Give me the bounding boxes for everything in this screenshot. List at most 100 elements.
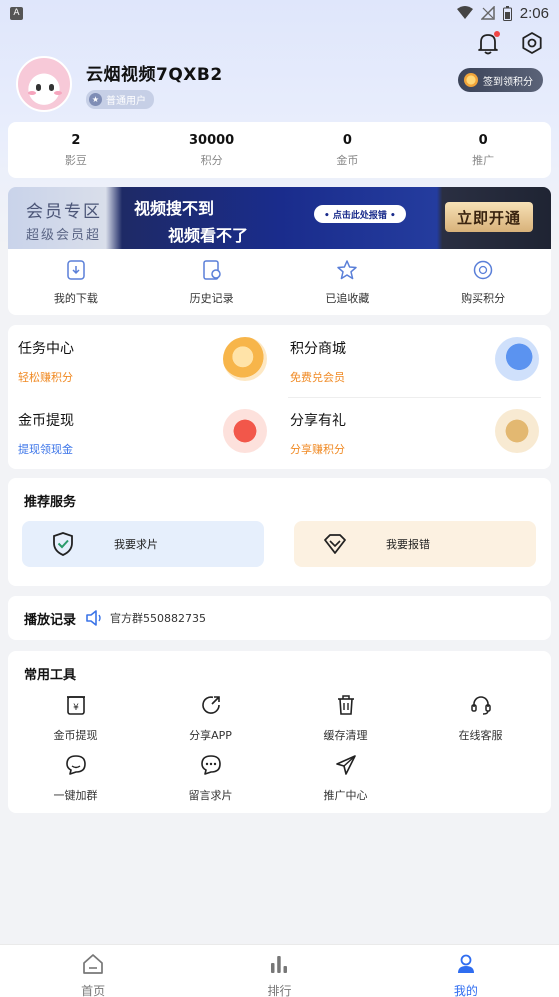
- task-subtitle: 提现领现金: [18, 443, 73, 456]
- badge-star-icon: ★: [89, 92, 102, 106]
- avatar-eye: [36, 84, 41, 91]
- tab-ranking[interactable]: 排行: [186, 945, 372, 997]
- tool-label: 金币提现: [53, 729, 98, 742]
- quick-item-label: 历史记录: [189, 291, 234, 305]
- notification-button[interactable]: [475, 30, 501, 56]
- quick-item-favorites[interactable]: 已追收藏: [280, 259, 416, 306]
- coin-stack-icon: [223, 337, 267, 381]
- tool-join-group[interactable]: 一键加群: [8, 753, 143, 803]
- chat-bubble-icon: [65, 755, 86, 775]
- tool-label: 缓存清理: [323, 729, 368, 742]
- stat-value: 0: [478, 132, 488, 148]
- tool-request-message[interactable]: 留言求片: [143, 753, 278, 803]
- stat-value: 0: [342, 132, 352, 148]
- avatar[interactable]: [16, 56, 72, 112]
- card-icon: [495, 337, 539, 381]
- profile-icon: [457, 954, 474, 973]
- stat-coins[interactable]: 0 金币: [280, 133, 416, 168]
- shield-check-icon: [53, 532, 73, 556]
- quick-item-buy-points[interactable]: 购买积分: [415, 259, 551, 306]
- paper-plane-icon: [335, 755, 356, 775]
- request-video-label: 我要求片: [114, 538, 158, 551]
- yen-box-icon: ¥: [66, 696, 85, 715]
- avatar-eye: [49, 84, 54, 91]
- vip-open-button[interactable]: 立即开通: [444, 202, 533, 232]
- tool-clear-cache[interactable]: 缓存清理: [278, 693, 413, 743]
- report-error-pill[interactable]: • 点击此处报错 •: [314, 205, 406, 223]
- tab-home[interactable]: 首页: [0, 945, 186, 997]
- battery-icon: [502, 5, 512, 21]
- section-title: 推荐服务: [24, 495, 77, 510]
- settings-button[interactable]: [519, 30, 545, 56]
- headset-icon: [470, 696, 491, 715]
- tool-online-service[interactable]: 在线客服: [413, 693, 548, 743]
- stat-beans[interactable]: 2 影豆: [8, 133, 144, 168]
- task-card: 任务中心 轻松赚积分 积分商城 免费兑会员 金币提现 提现领现金 分享有礼 分享…: [8, 325, 551, 469]
- vip-zone-subtitle: 超级会员超: [26, 228, 102, 243]
- tab-label: 我的: [453, 984, 478, 997]
- task-title: 积分商城: [290, 341, 346, 357]
- status-time: 2:06: [519, 4, 549, 22]
- task-title: 任务中心: [18, 341, 74, 357]
- tool-coin-withdraw[interactable]: ¥ 金币提现: [8, 693, 143, 743]
- share-gift[interactable]: 分享有礼 分享赚积分: [280, 397, 551, 469]
- banner-headline-2: 视频看不了: [168, 226, 249, 245]
- task-title: 分享有礼: [290, 413, 346, 429]
- signin-button[interactable]: 签到领积分: [458, 68, 543, 92]
- stat-label: 推广: [472, 153, 495, 167]
- task-title: 金币提现: [18, 413, 74, 429]
- tool-label: 一键加群: [53, 789, 98, 802]
- status-bar: A 2:06: [0, 0, 559, 26]
- common-tools: 常用工具 ¥ 金币提现 分享APP 缓存清理 在线客服 一键加群 留言求片 推广…: [8, 651, 551, 813]
- quick-item-download[interactable]: 我的下载: [8, 259, 144, 306]
- star-icon: [337, 259, 358, 279]
- gear-icon: [522, 32, 542, 54]
- signin-label: 签到领积分: [483, 76, 533, 88]
- quick-item-label: 我的下载: [53, 291, 98, 305]
- avatar-cheek: [54, 91, 62, 95]
- coin-icon: [464, 73, 478, 87]
- coin-withdraw[interactable]: 金币提现 提现领现金: [8, 397, 279, 469]
- user-profile[interactable]: 云烟视频7QXB2 ★ 普通用户: [16, 56, 223, 112]
- request-video-button[interactable]: 我要求片: [22, 521, 264, 567]
- task-subtitle: 轻松赚积分: [18, 371, 73, 384]
- tool-label: 在线客服: [458, 729, 503, 742]
- stat-label: 金币: [336, 153, 359, 167]
- tab-label: 排行: [267, 984, 292, 997]
- tab-label: 首页: [81, 984, 106, 997]
- play-record-title: 播放记录: [24, 612, 77, 628]
- banner-headline-1: 视频搜不到: [134, 199, 215, 218]
- tab-mine[interactable]: 我的: [373, 945, 559, 997]
- tool-share-app[interactable]: 分享APP: [143, 693, 278, 743]
- vip-zone-title: 会员专区: [26, 202, 102, 222]
- task-center[interactable]: 任务中心 轻松赚积分: [8, 325, 279, 397]
- official-group-text: 官方群550882735: [110, 612, 207, 625]
- quick-item-history[interactable]: 历史记录: [144, 259, 280, 306]
- diamond-icon: [324, 534, 346, 554]
- tool-label: 留言求片: [188, 789, 233, 802]
- stat-label: 积分: [200, 153, 223, 167]
- gift-box-icon: [495, 409, 539, 453]
- notification-dot: [494, 31, 500, 37]
- vip-banner[interactable]: 会员专区 超级会员超 视频搜不到 视频看不了 • 点击此处报错 • 立即开通: [8, 187, 551, 249]
- stat-value: 2: [71, 132, 81, 148]
- user-level-label: 普通用户: [106, 95, 146, 107]
- task-subtitle: 分享赚积分: [290, 443, 345, 456]
- download-icon: [67, 259, 85, 280]
- stat-points[interactable]: 30000 积分: [144, 133, 280, 168]
- no-signal-icon: [480, 6, 495, 20]
- history-icon: [202, 259, 221, 280]
- trash-icon: [337, 695, 354, 715]
- tool-label: 分享APP: [189, 729, 232, 742]
- play-record[interactable]: 播放记录 官方群550882735: [8, 596, 551, 640]
- app-indicator-icon: A: [10, 6, 23, 20]
- share-icon: [201, 696, 220, 714]
- report-error-label: 我要报错: [386, 538, 430, 551]
- stat-value: 30000: [189, 132, 235, 148]
- quick-item-label: 购买积分: [461, 291, 506, 305]
- wifi-icon: [456, 6, 473, 19]
- stat-promotion[interactable]: 0 推广: [415, 133, 551, 168]
- points-mall[interactable]: 积分商城 免费兑会员: [280, 325, 551, 397]
- tool-promotion-center[interactable]: 推广中心: [278, 753, 413, 803]
- report-error-button[interactable]: 我要报错: [294, 521, 536, 567]
